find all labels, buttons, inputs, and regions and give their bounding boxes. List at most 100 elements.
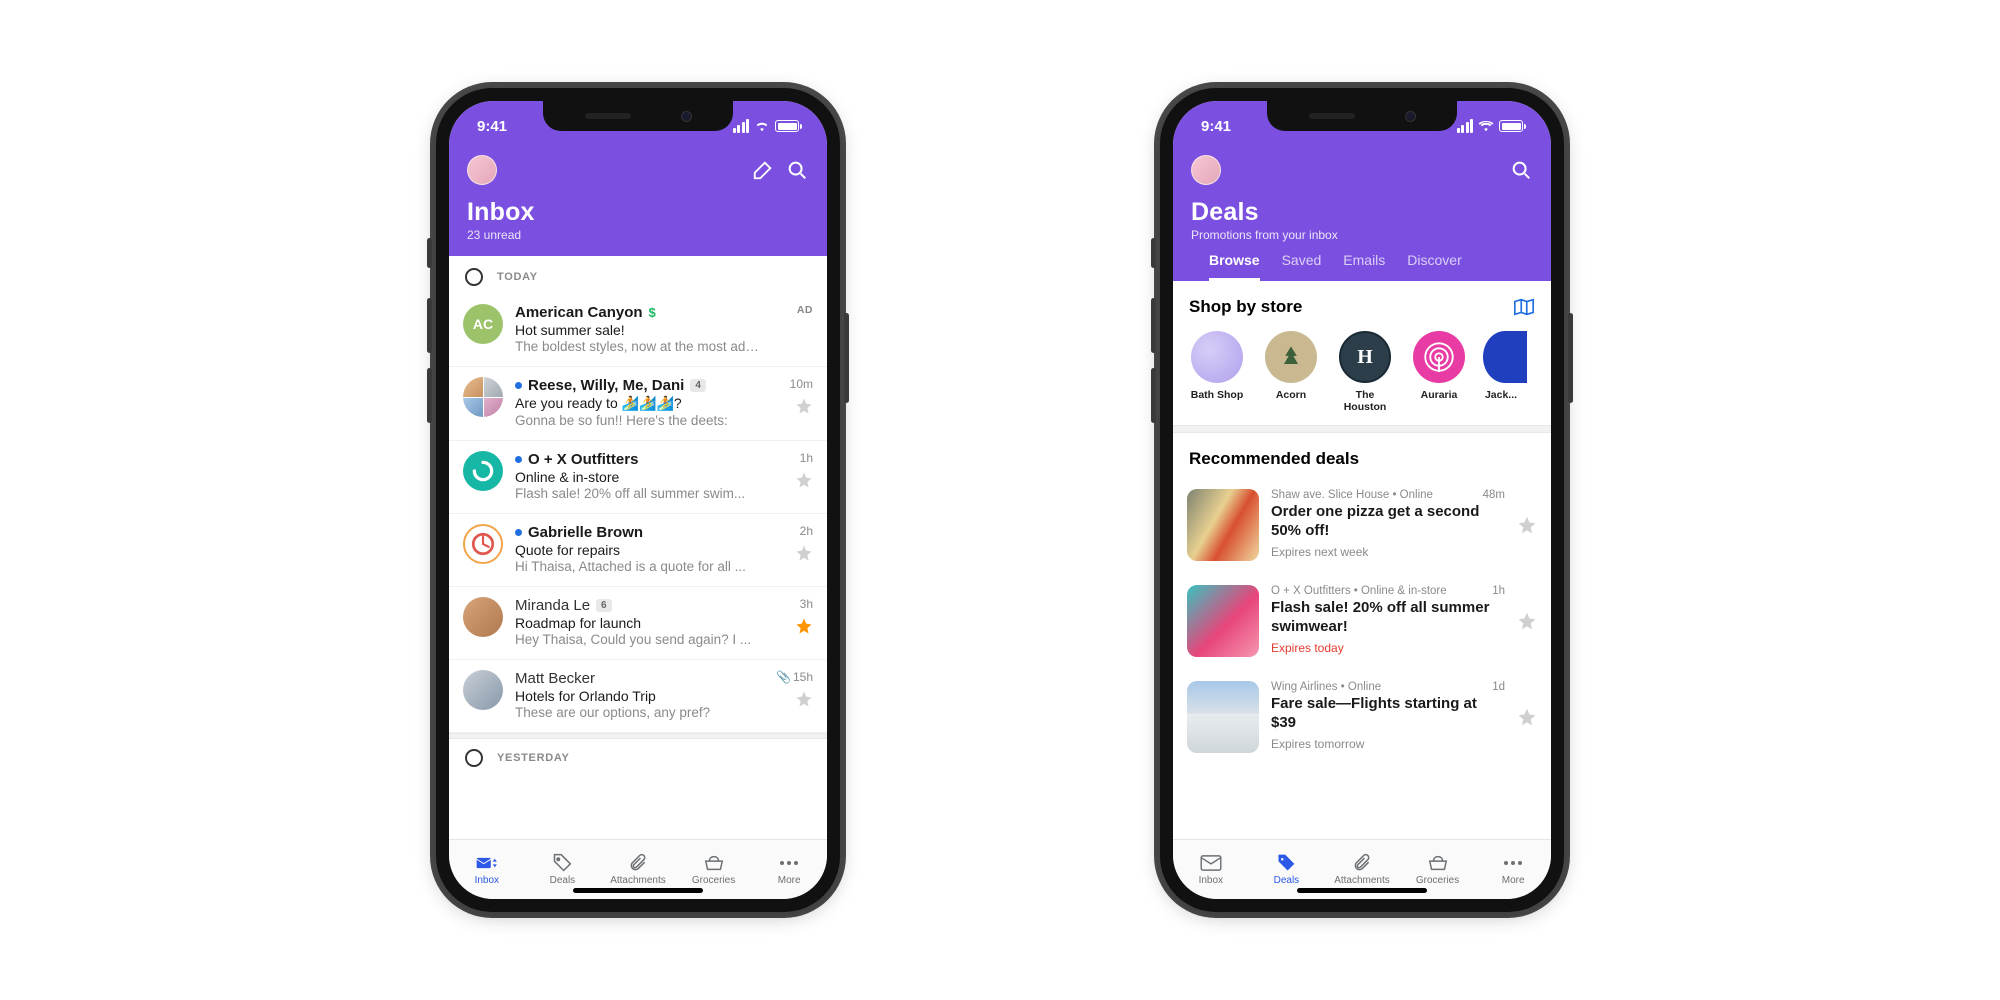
tab-label: Inbox bbox=[475, 875, 499, 886]
tab-label: More bbox=[778, 875, 801, 886]
mail-row[interactable]: O + X Outfitters Online & in-store Flash… bbox=[449, 441, 827, 514]
mail-preview: Flash sale! 20% off all summer swim... bbox=[515, 486, 761, 501]
mail-sender: Matt Becker bbox=[515, 670, 595, 687]
star-icon[interactable] bbox=[795, 690, 813, 708]
star-icon[interactable] bbox=[1517, 707, 1537, 727]
notch bbox=[543, 101, 733, 131]
more-icon bbox=[1502, 853, 1524, 873]
ad-tag: AD bbox=[797, 304, 813, 316]
divider bbox=[1173, 425, 1551, 433]
notch bbox=[1267, 101, 1457, 131]
section-title: Recommended deals bbox=[1189, 449, 1535, 469]
deals-icon bbox=[551, 853, 573, 873]
star-icon[interactable] bbox=[795, 617, 813, 635]
tab-inbox[interactable]: Inbox bbox=[449, 840, 525, 899]
battery-icon bbox=[1499, 120, 1523, 132]
mail-avatar bbox=[463, 524, 503, 564]
unread-dot bbox=[515, 456, 522, 463]
unread-count: 23 unread bbox=[467, 228, 809, 242]
star-icon[interactable] bbox=[1517, 611, 1537, 631]
deal-expiry: Expires today bbox=[1271, 641, 1505, 655]
unread-dot bbox=[515, 529, 522, 536]
deal-row[interactable]: Wing Airlines • Online 1d Fare sale—Flig… bbox=[1173, 669, 1551, 765]
tab-inbox[interactable]: Inbox bbox=[1173, 840, 1249, 899]
attachments-icon bbox=[1351, 853, 1373, 873]
star-icon[interactable] bbox=[795, 397, 813, 415]
deal-row[interactable]: Shaw ave. Slice House • Online 48m Order… bbox=[1173, 477, 1551, 573]
status-time: 9:41 bbox=[477, 118, 507, 135]
tab-saved[interactable]: Saved bbox=[1282, 252, 1322, 281]
ad-avatar: AC bbox=[463, 304, 503, 344]
mail-time: 3h bbox=[800, 597, 813, 611]
deal-image bbox=[1187, 585, 1259, 657]
tab-browse[interactable]: Browse bbox=[1209, 252, 1260, 281]
mail-row[interactable]: Reese, Willy, Me, Dani 4 Are you ready t… bbox=[449, 367, 827, 441]
ad-subject: Hot summer sale! bbox=[515, 322, 761, 338]
store-item[interactable]: Acorn bbox=[1259, 331, 1323, 413]
store-item[interactable]: Jack... bbox=[1481, 331, 1521, 413]
page-title: Inbox bbox=[467, 198, 809, 227]
section-title: Shop by store bbox=[1189, 297, 1513, 317]
deals-content[interactable]: Shop by store Bath Shop Acorn H The Hous… bbox=[1173, 281, 1551, 839]
search-icon[interactable] bbox=[1509, 158, 1533, 182]
mail-sender: Reese, Willy, Me, Dani bbox=[528, 377, 684, 394]
store-item[interactable]: H The Houston bbox=[1333, 331, 1397, 413]
groceries-icon bbox=[1427, 853, 1449, 873]
ad-row[interactable]: AC American Canyon $ Hot summer sale! Th… bbox=[449, 294, 827, 367]
tab-emails[interactable]: Emails bbox=[1343, 252, 1385, 281]
tab-label: Groceries bbox=[1416, 875, 1459, 886]
store-name: Auraria bbox=[1421, 389, 1458, 401]
deals-icon bbox=[1275, 853, 1297, 873]
deal-row[interactable]: O + X Outfitters • Online & in-store 1h … bbox=[1173, 573, 1551, 669]
profile-avatar[interactable] bbox=[467, 155, 497, 185]
store-name: The Houston bbox=[1333, 389, 1397, 413]
profile-avatar[interactable] bbox=[1191, 155, 1221, 185]
store-item[interactable]: Bath Shop bbox=[1185, 331, 1249, 413]
inbox-list[interactable]: TODAY AC American Canyon $ Hot summer sa… bbox=[449, 256, 827, 839]
select-all-toggle[interactable] bbox=[465, 749, 483, 767]
tab-more[interactable]: More bbox=[1475, 840, 1551, 899]
status-time: 9:41 bbox=[1201, 118, 1231, 135]
mail-subject: Roadmap for launch bbox=[515, 615, 761, 631]
tab-label: Attachments bbox=[1334, 875, 1390, 886]
star-icon[interactable] bbox=[795, 471, 813, 489]
attachment-icon: 📎 bbox=[776, 670, 791, 684]
mail-subject: Quote for repairs bbox=[515, 542, 761, 558]
search-icon[interactable] bbox=[785, 158, 809, 182]
map-icon[interactable] bbox=[1513, 297, 1535, 317]
deal-title: Fare sale—Flights starting at $39 bbox=[1271, 695, 1505, 733]
mail-row[interactable]: Miranda Le 6 Roadmap for launch Hey Thai… bbox=[449, 587, 827, 660]
tab-more[interactable]: More bbox=[751, 840, 827, 899]
mail-row[interactable]: Gabrielle Brown Quote for repairs Hi Tha… bbox=[449, 514, 827, 587]
deal-image bbox=[1187, 681, 1259, 753]
mail-sender: O + X Outfitters bbox=[528, 451, 638, 468]
store-name: Jack... bbox=[1485, 389, 1517, 401]
deal-title: Flash sale! 20% off all summer swimwear! bbox=[1271, 599, 1505, 637]
home-indicator bbox=[573, 888, 703, 893]
mail-subject: Online & in-store bbox=[515, 469, 761, 485]
select-all-toggle[interactable] bbox=[465, 268, 483, 286]
signal-icon bbox=[1457, 119, 1474, 133]
signal-icon bbox=[733, 119, 750, 133]
mail-preview: Gonna be so fun!! Here's the deets: bbox=[515, 413, 761, 428]
store-item[interactable]: Auraria bbox=[1407, 331, 1471, 413]
deal-time: 1d bbox=[1492, 681, 1505, 693]
phone-deals: 9:41 Deals Promotions from your inbox B bbox=[1160, 88, 1564, 912]
thread-count: 4 bbox=[690, 379, 706, 392]
tab-label: Deals bbox=[1274, 875, 1300, 886]
mail-row[interactable]: Matt Becker Hotels for Orlando Trip Thes… bbox=[449, 660, 827, 733]
deal-expiry: Expires tomorrow bbox=[1271, 737, 1505, 751]
tab-label: More bbox=[1502, 875, 1525, 886]
star-icon[interactable] bbox=[1517, 515, 1537, 535]
ad-preview: The boldest styles, now at the most adve… bbox=[515, 339, 761, 354]
tab-label: Groceries bbox=[692, 875, 735, 886]
star-icon[interactable] bbox=[795, 544, 813, 562]
tab-discover[interactable]: Discover bbox=[1407, 252, 1461, 281]
mail-time: 1h bbox=[800, 451, 813, 465]
compose-icon[interactable] bbox=[751, 158, 775, 182]
deals-tabs: Browse Saved Emails Discover bbox=[1191, 242, 1533, 281]
home-indicator bbox=[1297, 888, 1427, 893]
store-row[interactable]: Bath Shop Acorn H The Houston Auraria Ja… bbox=[1173, 325, 1551, 425]
tab-label: Attachments bbox=[610, 875, 666, 886]
mail-avatar bbox=[463, 377, 503, 417]
